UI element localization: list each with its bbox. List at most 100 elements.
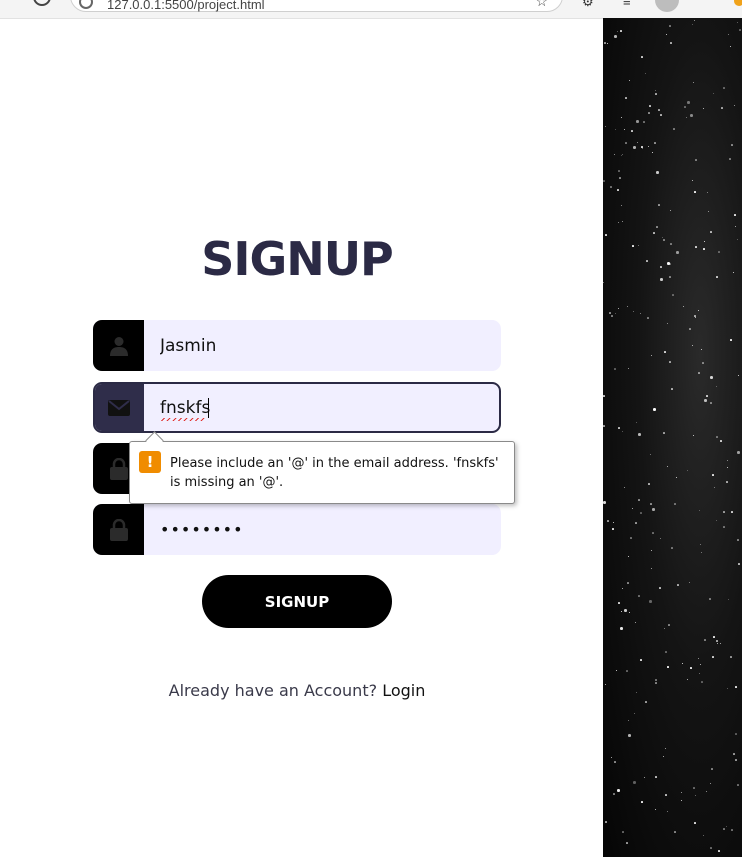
star-speck: [641, 56, 643, 58]
star-speck: [676, 477, 677, 478]
star-speck: [622, 431, 623, 432]
login-link[interactable]: Login: [382, 681, 425, 700]
star-speck: [658, 204, 660, 206]
star-speck: [605, 821, 607, 823]
star-speck: [628, 368, 629, 369]
site-info-icon[interactable]: [79, 0, 93, 9]
star-speck: [706, 791, 707, 792]
star-speck: [628, 556, 629, 557]
star-speck: [734, 105, 735, 106]
star-speck: [664, 628, 665, 629]
signup-button[interactable]: SIGNUP: [202, 575, 392, 628]
star-speck: [605, 126, 606, 127]
confirm-password-field[interactable]: [93, 504, 501, 555]
star-speck: [626, 842, 628, 844]
star-speck: [731, 511, 733, 513]
extensions-icon[interactable]: ⚙: [582, 0, 594, 10]
browser-menu-icon[interactable]: [734, 0, 742, 6]
star-speck: [718, 850, 720, 852]
star-speck: [604, 42, 606, 44]
name-field[interactable]: [93, 320, 501, 371]
envelope-icon: [95, 384, 144, 431]
star-speck: [651, 355, 652, 356]
star-speck: [612, 528, 614, 530]
star-speck: [632, 508, 633, 509]
star-speck: [660, 266, 662, 268]
star-speck: [614, 35, 617, 38]
star-speck: [664, 351, 666, 353]
star-speck: [653, 408, 656, 411]
star-speck: [629, 612, 630, 613]
profile-avatar-icon[interactable]: [655, 0, 679, 12]
star-speck: [640, 512, 642, 514]
star-speck: [615, 313, 616, 314]
reading-list-icon[interactable]: ≡: [623, 0, 631, 9]
star-speck: [622, 588, 623, 589]
email-input[interactable]: [144, 384, 499, 431]
star-speck: [640, 313, 641, 314]
star-speck: [692, 24, 693, 25]
star-speck: [638, 595, 640, 597]
reload-icon[interactable]: [33, 0, 51, 6]
star-speck: [723, 511, 725, 513]
star-speck: [621, 155, 622, 156]
star-speck: [694, 315, 696, 317]
star-speck: [701, 552, 702, 553]
star-speck: [710, 376, 713, 379]
star-speck: [733, 753, 735, 755]
star-speck: [619, 177, 621, 179]
address-bar[interactable]: 127.0.0.1:5500/project.html ☆: [70, 0, 563, 12]
star-speck: [670, 210, 671, 211]
star-speck: [690, 667, 692, 669]
star-speck: [655, 93, 657, 95]
star-speck: [636, 692, 637, 693]
star-speck: [656, 226, 658, 228]
star-speck: [677, 584, 679, 586]
star-speck: [693, 435, 694, 436]
star-speck: [655, 682, 657, 684]
star-speck: [625, 142, 627, 144]
star-speck: [737, 22, 738, 23]
star-speck: [648, 146, 649, 147]
email-validation-tooltip: ! Please include an '@' in the email add…: [129, 431, 515, 504]
name-input[interactable]: [144, 320, 501, 371]
star-speck: [654, 142, 656, 144]
star-speck: [621, 205, 622, 206]
star-speck: [618, 308, 619, 309]
star-speck: [620, 627, 623, 630]
star-speck: [635, 622, 636, 623]
star-speck: [642, 148, 643, 149]
star-speck: [638, 433, 641, 436]
star-speck: [633, 311, 634, 312]
confirm-password-input[interactable]: [144, 504, 501, 555]
star-speck: [662, 237, 663, 238]
star-speck: [624, 609, 627, 612]
star-speck: [633, 781, 636, 784]
star-speck: [620, 30, 622, 32]
email-field[interactable]: [93, 382, 501, 433]
star-speck: [720, 440, 722, 442]
star-speck: [714, 487, 715, 488]
star-speck: [607, 520, 609, 522]
login-prompt-text: Already have an Account?: [168, 681, 378, 700]
star-speck: [641, 801, 643, 803]
star-speck: [627, 306, 628, 307]
star-speck: [731, 829, 733, 831]
star-speck: [671, 547, 673, 549]
star-speck: [613, 522, 614, 523]
star-speck: [676, 251, 679, 254]
star-speck: [739, 29, 741, 31]
star-speck: [693, 82, 694, 83]
star-speck: [603, 501, 606, 504]
star-speck: [646, 260, 648, 262]
star-speck: [694, 191, 696, 193]
star-speck: [681, 792, 682, 793]
star-speck: [698, 310, 699, 311]
star-speck: [707, 192, 708, 193]
star-speck: [695, 159, 697, 161]
star-speck: [655, 90, 656, 91]
text-caret: [208, 398, 209, 418]
star-speck: [605, 234, 607, 236]
bookmark-star-icon[interactable]: ☆: [535, 0, 548, 10]
star-speck: [650, 503, 652, 505]
